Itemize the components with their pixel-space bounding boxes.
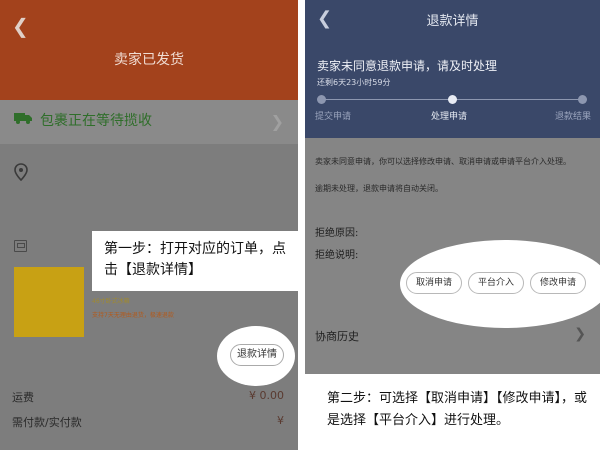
left-screenshot: ❮ 卖家已发货 包裹正在等待揽收 ❯ 46寸卧式冰箱 支持7天无理由退货，极速退… bbox=[0, 0, 298, 450]
package-status-row[interactable]: 包裹正在等待揽收 ❯ bbox=[0, 100, 298, 144]
payment-label: 需付款/实付款 bbox=[12, 416, 82, 429]
truck-icon bbox=[14, 113, 32, 124]
time-remaining: 还剩6天23小时59分 bbox=[317, 78, 391, 87]
step-label-process: 处理申请 bbox=[431, 112, 468, 122]
step-label-result: 退款结果 bbox=[555, 112, 592, 122]
back-arrow-icon[interactable]: ❮ bbox=[12, 14, 29, 38]
progress-dot-process bbox=[448, 95, 457, 104]
shipping-value: ¥ 0.00 bbox=[249, 389, 284, 402]
progress-dot-submit bbox=[317, 95, 326, 104]
negotiation-history-row[interactable]: 协商历史 bbox=[315, 328, 359, 344]
progress-dot-result bbox=[578, 95, 587, 104]
shipping-label: 运费 bbox=[12, 391, 34, 404]
product-thumbnail[interactable] bbox=[14, 267, 84, 337]
location-pin-icon bbox=[14, 163, 28, 181]
refund-status-title: 卖家未同意退款申请，请及时处理 bbox=[317, 59, 498, 73]
modify-application-button[interactable]: 修改申请 bbox=[530, 272, 586, 294]
refund-expiry-note: 逾期未处理，退款申请将自动关闭。 bbox=[315, 184, 443, 193]
step-label-submit: 提交申请 bbox=[315, 112, 352, 122]
order-status-title: 卖家已发货 bbox=[114, 52, 184, 68]
refund-details-button[interactable]: 退款详情 bbox=[230, 344, 284, 366]
chevron-right-icon: ❯ bbox=[270, 112, 284, 131]
step-one-callout: 第一步：打开对应的订单，点击【退款详情】 bbox=[92, 231, 298, 291]
payment-value: ¥ bbox=[277, 414, 284, 427]
refund-header: ❮ 退款详情 卖家未同意退款申请，请及时处理 还剩6天23小时59分 提交申请 … bbox=[305, 0, 600, 138]
product-title: 46寸卧式冰箱 bbox=[92, 298, 130, 305]
chevron-right-icon: ❯ bbox=[574, 326, 586, 342]
panel-divider bbox=[298, 0, 305, 450]
platform-intervene-button[interactable]: 平台介入 bbox=[468, 272, 524, 294]
reject-note-label: 拒绝说明: bbox=[315, 250, 359, 261]
package-status-text: 包裹正在等待揽收 bbox=[40, 113, 152, 129]
reject-reason-label: 拒绝原因: bbox=[315, 228, 359, 239]
step-two-callout: 第二步：可选择【取消申请】【修改申请】，或是选择【平台介入】进行处理。 bbox=[305, 374, 600, 450]
product-tag: 支持7天无理由退货，极速退款 bbox=[92, 312, 174, 319]
refund-instructions: 卖家未同意申请，你可以选择修改申请、取消申请或申请平台介入处理。 bbox=[315, 157, 571, 166]
order-header: ❮ 卖家已发货 bbox=[0, 0, 298, 100]
cancel-application-button[interactable]: 取消申请 bbox=[406, 272, 462, 294]
right-screenshot: ❮ 退款详情 卖家未同意退款申请，请及时处理 还剩6天23小时59分 提交申请 … bbox=[305, 0, 600, 450]
refund-page-title: 退款详情 bbox=[426, 14, 479, 29]
shop-icon bbox=[14, 240, 27, 252]
